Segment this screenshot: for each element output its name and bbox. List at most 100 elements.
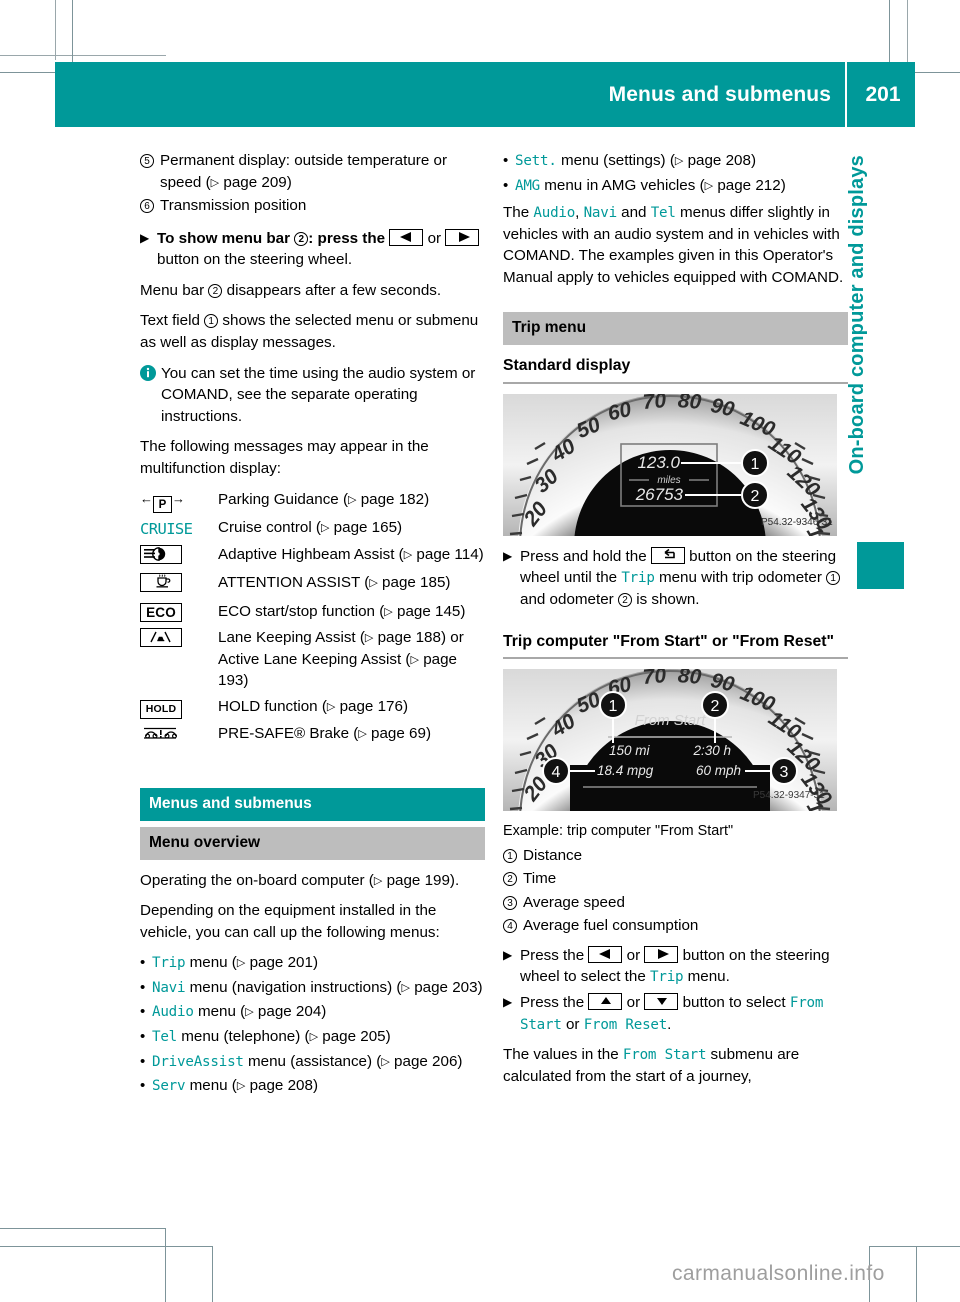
chapter-side-tab-marker bbox=[857, 542, 904, 589]
bullet-icon: • bbox=[140, 978, 146, 996]
instrument-cluster-standard-display: 20 30 40 50 60 70 80 90 100 110 120 130 … bbox=[503, 393, 837, 536]
svg-text:18.4 mpg: 18.4 mpg bbox=[597, 763, 654, 778]
menu-list-text: Trip menu (▷ page 201) bbox=[152, 954, 318, 972]
attention-assist-coffee-icon bbox=[140, 572, 218, 597]
symbol-list-text: HOLD function (▷ page 176) bbox=[218, 697, 409, 715]
page-number: 201 bbox=[865, 82, 901, 106]
svg-text:P54.32-9347-31: P54.32-9347-31 bbox=[753, 790, 825, 801]
step-text: Press the or button to select From Start… bbox=[520, 992, 824, 1033]
section-header-trip-menu: Trip menu bbox=[503, 312, 848, 346]
crop-mark bbox=[55, 0, 56, 60]
instruction-step: ▶ To show menu bar 2: press the or butto… bbox=[140, 228, 485, 271]
adaptive-highbeam-icon bbox=[140, 544, 218, 569]
symbol-list-text: Adaptive Highbeam Assist (▷ page 114) bbox=[218, 545, 484, 563]
step-text: Press and hold the button on the steerin… bbox=[520, 546, 848, 611]
svg-text:70: 70 bbox=[642, 669, 668, 689]
symbol-list-text: Cruise control (▷ page 165) bbox=[218, 518, 403, 536]
legend-item: 2 Time bbox=[503, 868, 848, 890]
crop-mark bbox=[165, 1228, 166, 1302]
callout-marker: 5 bbox=[140, 150, 160, 193]
eco-icon: ECO bbox=[140, 601, 218, 624]
svg-text:3: 3 bbox=[780, 764, 789, 781]
chapter-side-tab-label: On-board computer and displays bbox=[846, 155, 868, 475]
callout-marker: 4 bbox=[503, 915, 523, 937]
symbol-list-item: ECO ECO start/stop function (▷ page 145) bbox=[140, 601, 485, 624]
step-text: To show menu bar 2: press the or button … bbox=[157, 228, 485, 271]
menu-list-text: DriveAssist menu (assistance) (▷ page 20… bbox=[152, 1052, 463, 1070]
menu-list-item: • Audio menu (▷ page 204) bbox=[140, 1001, 485, 1023]
crop-mark bbox=[907, 0, 908, 62]
paragraph-menu-bar: Menu bar 2 disappears after a few second… bbox=[140, 281, 442, 299]
bullet-icon: • bbox=[140, 1028, 146, 1046]
symbol-list-text: PRE-SAFE® Brake (▷ page 69) bbox=[218, 724, 431, 742]
menu-list-text: Sett. menu (settings) (▷ page 208) bbox=[515, 152, 757, 169]
instruction-step: ▶ Press the or button to select From Sta… bbox=[503, 992, 848, 1035]
menu-list-item: • Navi menu (navigation instructions) (▷… bbox=[140, 977, 485, 999]
menu-list-text: Tel menu (telephone) (▷ page 205) bbox=[152, 1028, 391, 1046]
crop-mark bbox=[916, 1246, 917, 1302]
down-arrow-key-icon bbox=[644, 992, 679, 1010]
instruction-step: ▶ Press and hold the button on the steer… bbox=[503, 546, 848, 611]
legend-text: Average fuel consumption bbox=[523, 917, 699, 935]
legend-item: 3 Average speed bbox=[503, 892, 848, 914]
svg-text:From Start: From Start bbox=[635, 712, 707, 729]
menu-list-text: AMG menu in AMG vehicles (▷ page 212) bbox=[515, 176, 786, 194]
svg-text:150 mi: 150 mi bbox=[609, 743, 651, 758]
svg-text:60 mph: 60 mph bbox=[696, 763, 741, 778]
bullet-icon: • bbox=[140, 1052, 146, 1070]
bullet-icon: • bbox=[503, 152, 509, 169]
callout-marker: 2 bbox=[294, 231, 309, 246]
legend-item: 4 Average fuel consumption bbox=[503, 915, 848, 937]
section-header-menus-and-submenus: Menus and submenus bbox=[140, 787, 485, 821]
menu-list-text: Serv menu (▷ page 208) bbox=[152, 1077, 318, 1095]
symbol-list-item: CRUISE Cruise control (▷ page 165) bbox=[140, 517, 485, 540]
menu-list-item: • DriveAssist menu (assistance) (▷ page … bbox=[140, 1051, 485, 1073]
paragraph-messages: The following messages may appear in the… bbox=[140, 438, 429, 477]
callout-marker: 2 bbox=[208, 283, 223, 298]
legend-text: Distance bbox=[523, 846, 583, 864]
bullet-icon: • bbox=[503, 176, 509, 194]
svg-text:4: 4 bbox=[552, 764, 561, 781]
menu-list-item: • Sett. menu (settings) (▷ page 208) bbox=[503, 150, 848, 172]
callout-marker: 3 bbox=[503, 892, 523, 914]
symbol-list-text: Parking Guidance (▷ page 182) bbox=[218, 490, 430, 508]
pre-safe-brake-icon bbox=[140, 723, 218, 750]
instrument-cluster-from-start: 20 30 40 50 60 70 80 90 100 110 120 130 … bbox=[503, 669, 837, 812]
paragraph-depending: Depending on the equipment installed in … bbox=[140, 902, 440, 941]
legend-item: 6 Transmission position bbox=[140, 195, 485, 217]
svg-text:1: 1 bbox=[751, 456, 760, 473]
instruction-step: ▶ Press the or button on the steering wh… bbox=[503, 945, 848, 988]
lane-keeping-assist-icon bbox=[140, 627, 218, 652]
symbol-list-item: PRE-SAFE® Brake (▷ page 69) bbox=[140, 723, 485, 750]
subheading-trip-computer: Trip computer "From Start" or "From Rese… bbox=[503, 632, 835, 650]
symbol-list-item: Lane Keeping Assist (▷ page 188) or Acti… bbox=[140, 627, 485, 692]
menu-list-text: Navi menu (navigation instructions) (▷ p… bbox=[152, 978, 483, 996]
left-arrow-key-icon bbox=[588, 945, 623, 963]
menu-list-item: • Tel menu (telephone) (▷ page 205) bbox=[140, 1026, 485, 1048]
section-header-menu-overview: Menu overview bbox=[140, 826, 485, 860]
bullet-icon: • bbox=[140, 1003, 146, 1021]
right-column: • Sett. menu (settings) (▷ page 208) • A… bbox=[503, 150, 848, 1096]
step-arrow-icon: ▶ bbox=[503, 548, 513, 563]
bullet-icon: • bbox=[140, 954, 146, 972]
svg-text:P54.32-9346-31: P54.32-9346-31 bbox=[761, 517, 833, 528]
callout-marker: 2 bbox=[617, 593, 632, 608]
right-arrow-key-icon bbox=[445, 228, 480, 246]
left-column: 5 Permanent display: outside temperature… bbox=[140, 150, 485, 1100]
paragraph-menus-differ: The Audio, Navi and Tel menus differ sli… bbox=[503, 204, 844, 286]
hold-icon: HOLD bbox=[140, 696, 218, 719]
symbol-list-item: HOLD HOLD function (▷ page 176) bbox=[140, 696, 485, 719]
crop-mark bbox=[212, 1246, 213, 1302]
menu-list-item: • Serv menu (▷ page 208) bbox=[140, 1075, 485, 1097]
legend-item: 1 Distance bbox=[503, 845, 848, 867]
svg-text:2: 2 bbox=[711, 698, 720, 715]
svg-text:2: 2 bbox=[751, 488, 760, 505]
info-note: You can set the time using the audio sys… bbox=[140, 363, 485, 428]
callout-marker: 1 bbox=[503, 845, 523, 867]
svg-text:1: 1 bbox=[609, 698, 618, 715]
legend-text: Average speed bbox=[523, 893, 625, 911]
info-note-text: You can set the time using the audio sys… bbox=[161, 364, 476, 425]
watermark: carmanualsonline.info bbox=[672, 1262, 885, 1285]
crop-mark bbox=[0, 1246, 213, 1247]
reset-button-key-icon bbox=[650, 546, 685, 564]
